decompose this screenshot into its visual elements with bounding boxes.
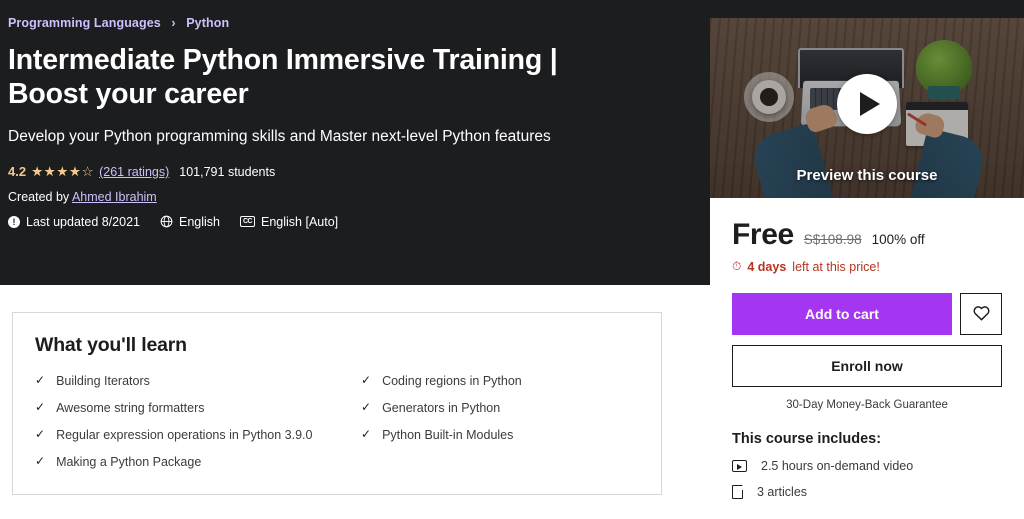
check-icon: ✓ — [361, 373, 372, 387]
learn-items-grid: ✓ Building Iterators ✓ Coding regions in… — [35, 373, 639, 481]
document-icon — [732, 484, 744, 499]
captions-label: English [Auto] — [261, 214, 339, 229]
learn-item-label: Generators in Python — [382, 401, 501, 415]
breadcrumb-item-category[interactable]: Programming Languages — [8, 16, 161, 30]
check-icon: ✓ — [35, 400, 46, 414]
meta-captions: CC English [Auto] — [240, 215, 338, 229]
check-icon: ✓ — [35, 427, 46, 441]
learn-item-label: Python Built-in Modules — [382, 428, 514, 442]
learn-item-label: Regular expression operations in Python … — [56, 428, 313, 442]
course-subtitle: Develop your Python programming skills a… — [8, 127, 551, 145]
check-icon: ✓ — [35, 373, 46, 387]
list-item: 3 articles — [732, 484, 1002, 499]
include-label: 2.5 hours on-demand video — [761, 459, 914, 473]
enroll-now-button[interactable]: Enroll now — [732, 345, 1002, 387]
learn-item-label: Awesome string formatters — [56, 401, 205, 415]
list-item: ✓ Building Iterators — [35, 373, 353, 400]
students-count: 101,791 students — [179, 164, 276, 179]
learn-section-title: What you'll learn — [35, 334, 187, 356]
breadcrumb-separator-icon: › — [171, 16, 176, 30]
star-rating-icon: ★★★★☆ — [31, 163, 95, 179]
what-you-will-learn-box: What you'll learn ✓ Building Iterators ✓… — [12, 312, 662, 495]
cta-row: Add to cart — [732, 293, 1002, 335]
alert-icon: ! — [8, 215, 20, 228]
current-price: Free — [732, 218, 794, 251]
course-includes-title: This course includes: — [732, 431, 882, 447]
video-icon — [732, 460, 747, 472]
breadcrumb-item-subcategory[interactable]: Python — [186, 16, 229, 30]
learn-item-label: Building Iterators — [56, 374, 150, 388]
closed-caption-icon: CC — [240, 216, 255, 228]
list-item: 2.5 hours on-demand video — [732, 459, 1002, 473]
meta-last-updated: ! Last updated 8/2021 — [8, 215, 140, 229]
purchase-card: Preview this course Free S$108.98 100% o… — [710, 18, 1024, 519]
preview-course-label: Preview this course — [796, 167, 938, 184]
discount-percent: 100% off — [871, 232, 925, 247]
language-label: English — [179, 214, 220, 229]
check-icon: ✓ — [35, 454, 46, 468]
list-item: ✓ Python Built-in Modules — [361, 427, 639, 454]
add-to-cart-button[interactable]: Add to cart — [732, 293, 952, 335]
money-back-guarantee: 30-Day Money-Back Guarantee — [786, 399, 948, 411]
wishlist-button[interactable] — [960, 293, 1002, 335]
rating-row: 4.2 ★★★★☆ (261 ratings) 101,791 students — [8, 164, 698, 180]
learn-item-label: Coding regions in Python — [382, 374, 522, 388]
play-icon[interactable] — [837, 74, 897, 135]
clock-icon: ⏱ — [732, 259, 742, 273]
ratings-count-link[interactable]: (261 ratings) — [99, 165, 169, 179]
deadline-text: left at this price! — [792, 259, 880, 274]
page-title: Intermediate Python Immersive Training |… — [8, 44, 558, 110]
list-item: ✓ Making a Python Package — [35, 454, 353, 481]
list-item: ✓ Regular expression operations in Pytho… — [35, 427, 353, 454]
price-deadline: ⏱ 4 days left at this price! — [732, 259, 1002, 274]
last-updated-label: Last updated 8/2021 — [26, 214, 140, 229]
original-price: S$108.98 — [803, 232, 862, 247]
list-item: ✓ Generators in Python — [361, 400, 639, 427]
course-landing-page: Programming Languages › Python Intermedi… — [0, 0, 1024, 519]
learn-item-label: Making a Python Package — [56, 455, 202, 469]
meta-language: English — [160, 215, 220, 229]
list-item: ✓ Awesome string formatters — [35, 400, 353, 427]
price-row: Free S$108.98 100% off — [732, 218, 1002, 252]
check-icon: ✓ — [361, 400, 372, 414]
rating-value: 4.2 — [8, 164, 27, 180]
deadline-days: 4 days — [747, 259, 787, 274]
check-icon: ✓ — [361, 427, 372, 441]
created-by-label: Created by — [8, 189, 70, 204]
created-by-row: Created by Ahmed Ibrahim — [8, 190, 698, 204]
list-item: ✓ Coding regions in Python — [361, 373, 639, 400]
list-item-empty — [361, 454, 639, 481]
breadcrumb: Programming Languages › Python — [8, 16, 698, 30]
course-preview-video[interactable]: Preview this course — [710, 18, 1024, 198]
include-label: 3 articles — [757, 485, 808, 499]
instructor-link[interactable]: Ahmed Ibrahim — [72, 190, 157, 204]
globe-icon — [160, 215, 173, 228]
course-meta-row: ! Last updated 8/2021 English CC English… — [8, 215, 698, 229]
heart-icon — [972, 304, 991, 324]
